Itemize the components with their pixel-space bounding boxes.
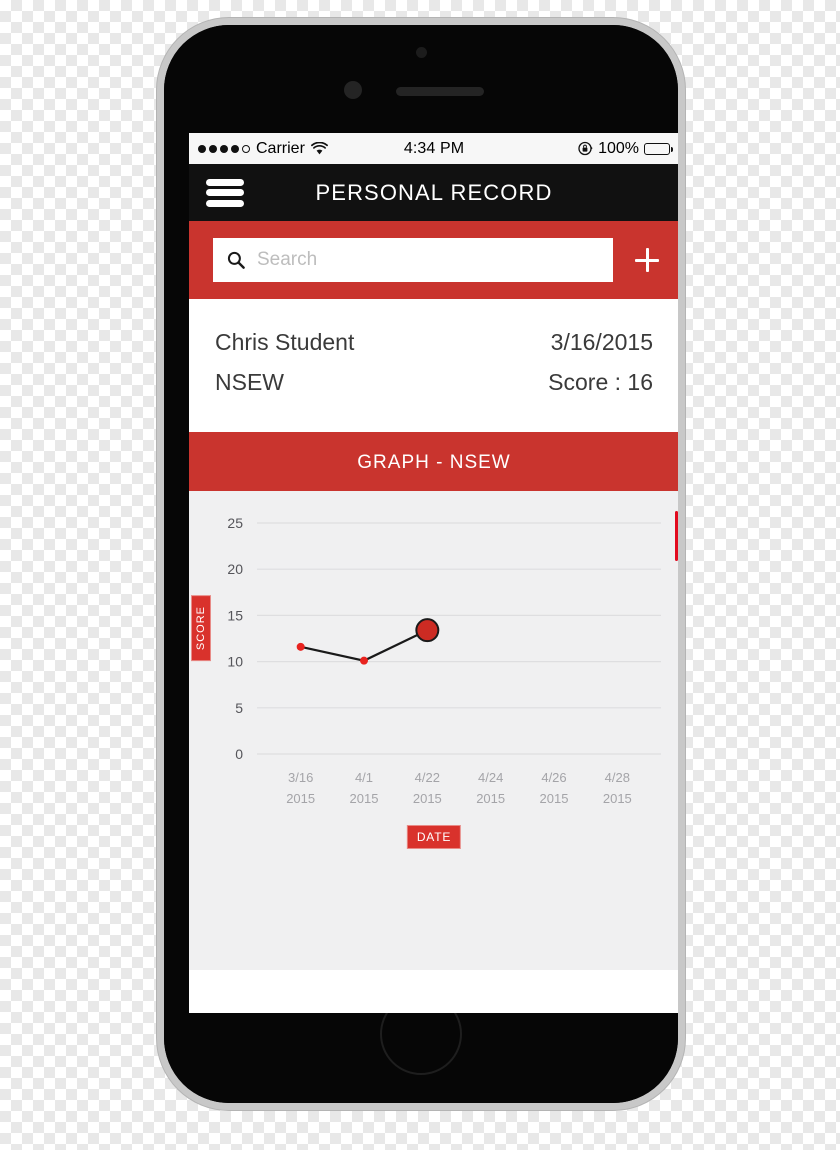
chart-y-tick-labels: 0 5 10 15 20 25 <box>227 515 243 762</box>
score-line-chart[interactable]: 0 5 10 15 20 25 3/16 2015 4/1 2015 4/22 2015 4/24 20… <box>189 491 678 970</box>
search-field[interactable] <box>213 238 613 282</box>
student-name-label: Chris Student <box>215 329 355 355</box>
rotation-lock-icon <box>578 141 593 156</box>
battery-percent-label: 100% <box>598 139 640 157</box>
data-point[interactable] <box>296 642 305 651</box>
y-axis-badge: SCORE <box>192 596 210 661</box>
add-record-button[interactable] <box>627 240 667 280</box>
x-tick-label: 2015 <box>413 791 442 806</box>
x-tick-label: 2015 <box>540 791 569 806</box>
page-title: PERSONAL RECORD <box>315 179 553 205</box>
y-tick-label: 0 <box>235 746 243 762</box>
record-card[interactable]: Chris Student 3/16/2015 NSEW Score : 16 <box>189 299 678 435</box>
y-tick-label: 10 <box>227 654 243 670</box>
chart-x-tick-labels: 3/16 2015 4/1 2015 4/22 2015 4/24 2015 4/26 2015 4… <box>286 770 632 806</box>
carrier-label: Carrier <box>256 139 305 157</box>
data-line <box>300 629 428 662</box>
x-tick-label: 2015 <box>476 791 505 806</box>
hamburger-menu-icon[interactable] <box>206 178 244 207</box>
status-bar-right: 100% <box>464 139 674 158</box>
x-tick-label: 4/22 <box>415 770 440 785</box>
x-axis-badge: DATE <box>407 826 461 849</box>
record-row-primary: Chris Student 3/16/2015 <box>215 323 653 363</box>
phone-body: Carrier 4:34 PM 100% PERSONAL RECORD Sea… <box>164 25 678 1103</box>
battery-icon <box>644 142 674 155</box>
navigation-bar: PERSONAL RECORD <box>189 164 678 221</box>
page-root: Carrier 4:34 PM 100% PERSONAL RECORD Sea… <box>0 0 840 1150</box>
phone-device-frame: Carrier 4:34 PM 100% PERSONAL RECORD Sea… <box>157 18 685 1110</box>
test-name-label: NSEW <box>215 368 284 395</box>
graph-title: GRAPH - NSEW <box>357 451 511 473</box>
chart-region: 0 5 10 15 20 25 3/16 2015 4/1 2015 4/22 2015 4/24 20… <box>189 491 678 971</box>
y-tick-label: 15 <box>227 607 243 623</box>
signal-strength-icon <box>198 144 250 153</box>
x-tick-label: 2015 <box>286 791 315 806</box>
y-tick-label: 25 <box>227 515 243 531</box>
search-bar <box>189 221 678 299</box>
x-tick-label: 2015 <box>350 791 379 806</box>
phone-screen: Carrier 4:34 PM 100% PERSONAL RECORD Sea… <box>189 133 678 1013</box>
front-camera-icon <box>344 81 362 99</box>
x-tick-label: 4/28 <box>605 770 630 785</box>
x-tick-label: 3/16 <box>288 770 313 785</box>
data-point-selected[interactable] <box>415 618 440 643</box>
wifi-icon <box>310 141 328 155</box>
chart-gridlines <box>257 522 661 755</box>
speaker-grille <box>396 87 484 96</box>
x-tick-label: 4/24 <box>478 770 503 785</box>
graph-header: GRAPH - NSEW <box>189 434 678 492</box>
y-tick-label: 5 <box>235 700 243 716</box>
x-tick-label: 4/1 <box>355 770 373 785</box>
y-tick-label: 20 <box>227 561 243 577</box>
camera-sensor-dot <box>416 47 427 58</box>
status-bar-left: Carrier <box>198 140 404 158</box>
record-row-secondary: NSEW Score : 16 <box>215 363 653 403</box>
clock-label: 4:34 PM <box>403 139 465 157</box>
chart-series <box>296 618 440 665</box>
x-tick-label: 2015 <box>603 791 632 806</box>
vertical-scrollbar[interactable] <box>675 511 678 562</box>
record-date-label: 3/16/2015 <box>550 329 653 355</box>
search-input[interactable] <box>255 248 599 272</box>
x-tick-label: 4/26 <box>541 770 566 785</box>
data-point[interactable] <box>360 656 368 665</box>
search-icon <box>227 251 245 269</box>
status-bar: Carrier 4:34 PM 100% <box>189 133 678 164</box>
score-label: Score : 16 <box>548 368 653 395</box>
